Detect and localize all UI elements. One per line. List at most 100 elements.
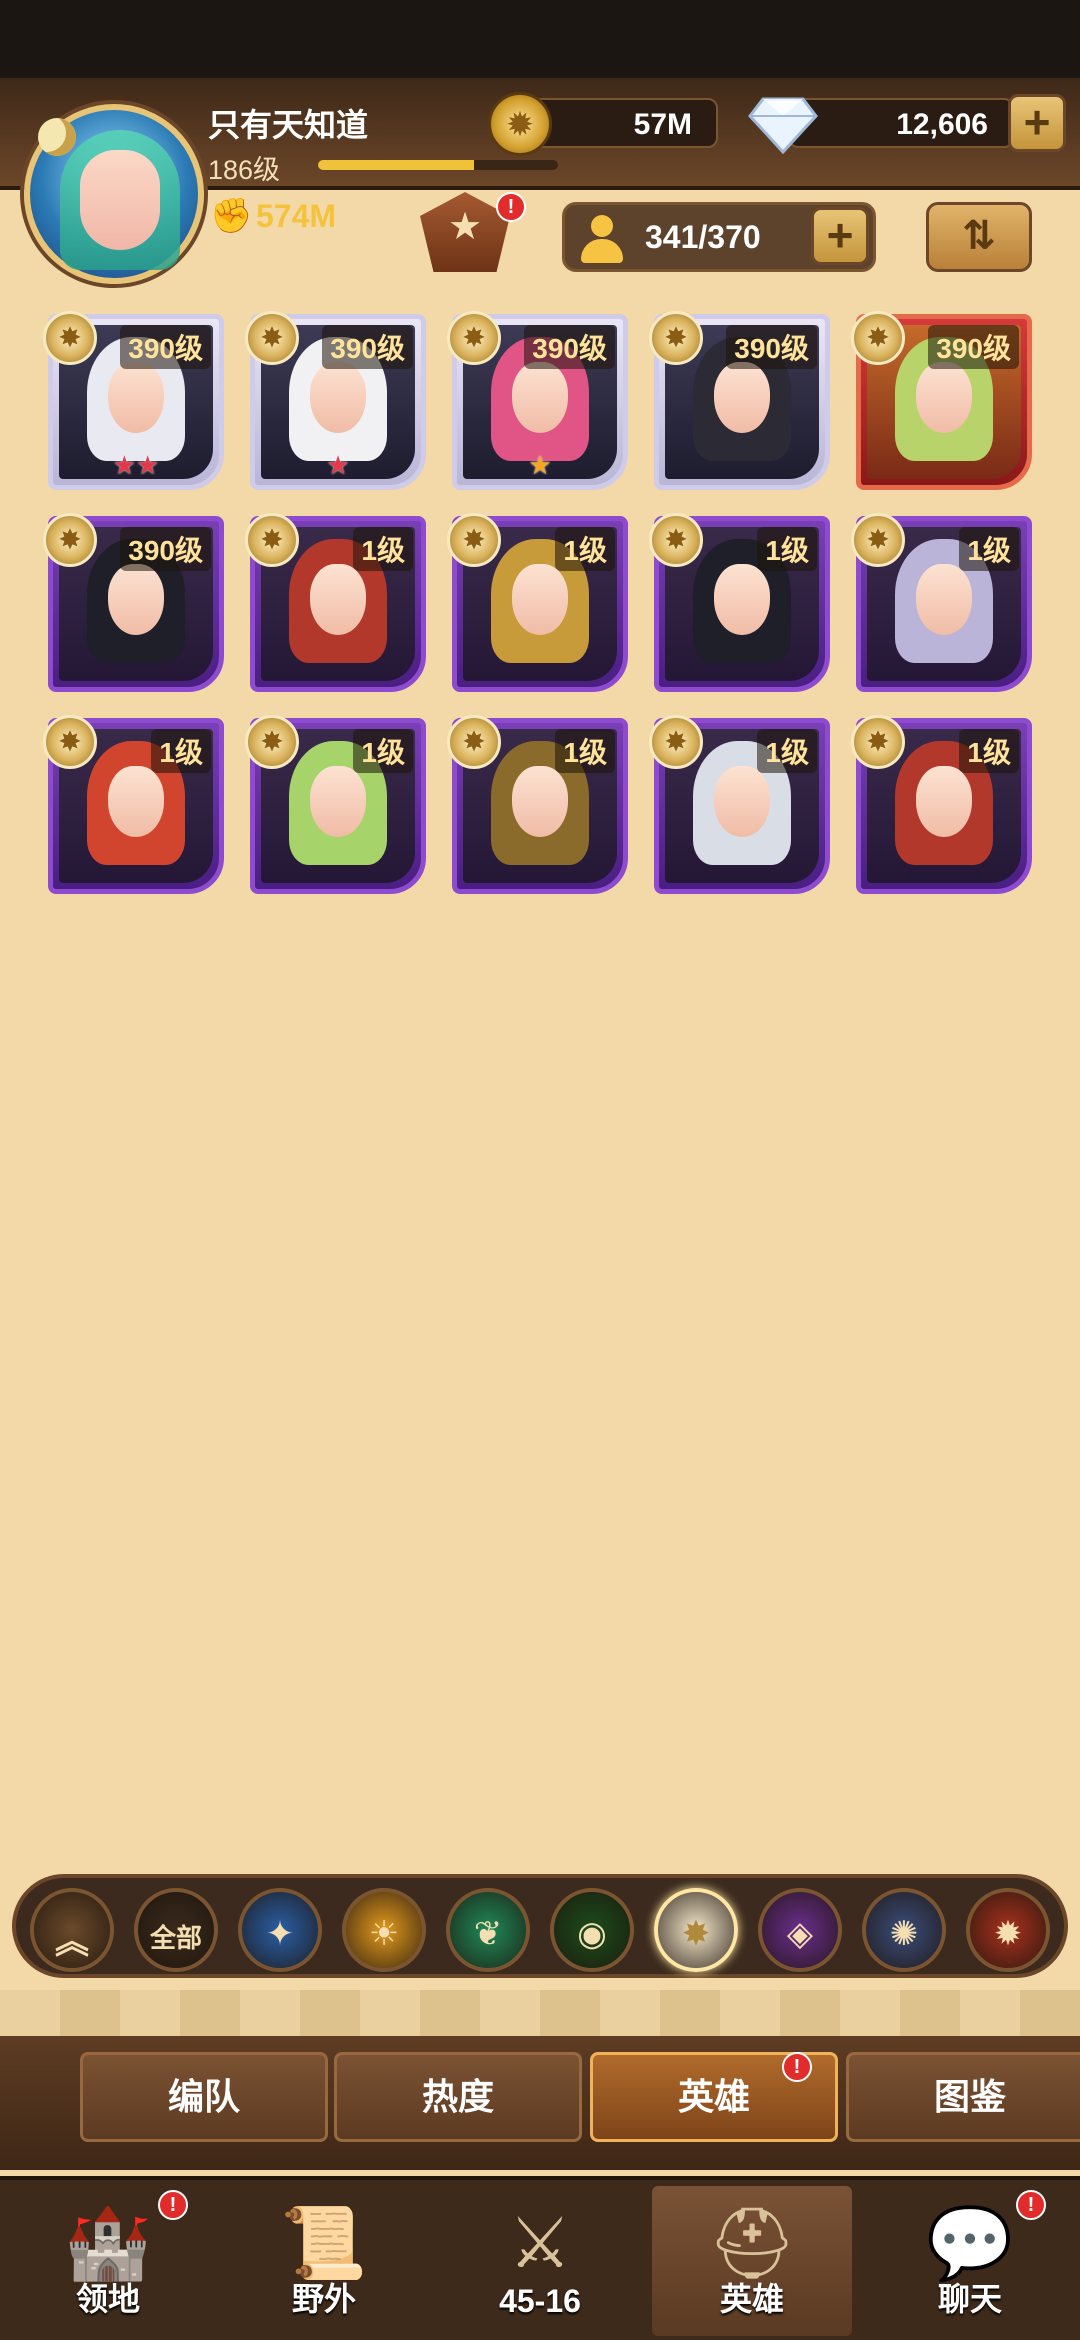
tab-codex[interactable]: 图鉴 xyxy=(846,2052,1080,2142)
celestial-icon: ✸ xyxy=(681,1915,711,1953)
faction-dragon-button[interactable]: ✹ xyxy=(966,1888,1050,1972)
hero-stars: ★ xyxy=(528,450,552,480)
hero-card[interactable]: ✸ 1级 xyxy=(245,513,426,692)
nav-wilderness[interactable]: 📜 野外 xyxy=(224,2186,424,2336)
decorative-strip xyxy=(0,1990,1080,2036)
player-avatar[interactable] xyxy=(24,104,204,284)
faction-celestial-button[interactable]: ✸ xyxy=(654,1888,738,1972)
hero-level: 390级 xyxy=(928,325,1019,369)
faction-dimensional-button[interactable]: ✺ xyxy=(862,1888,946,1972)
faction-mauler-button[interactable]: ☀ xyxy=(342,1888,426,1972)
celestial-faction-icon: ✸ xyxy=(649,311,703,365)
bottom-navigation: 🏰 领地 ! 📜 野外 ⚔ 45-16 ⛑ 英雄 💬 聊天 ! xyxy=(0,2176,1080,2340)
hero-roster-capacity: 341/370 + xyxy=(562,202,876,272)
hero-level: 390级 xyxy=(120,527,211,571)
celestial-faction-icon: ✸ xyxy=(447,513,501,567)
diamond-counter: 12,606 xyxy=(788,98,1014,148)
celestial-faction-icon: ✸ xyxy=(245,715,299,769)
hero-level: 1级 xyxy=(353,729,413,773)
hero-card[interactable]: ✸ 390级 ★ xyxy=(447,311,628,490)
celestial-faction-icon: ✸ xyxy=(649,715,703,769)
celestial-faction-icon: ✸ xyxy=(245,513,299,567)
hero-card[interactable]: ✸ 1级 xyxy=(245,715,426,894)
gold-value: 57M xyxy=(633,108,692,141)
faction-filter-bar: ︽ 全部 ✦ ☀ ❦ ◉ ✸ ◈ ✺ ✹ xyxy=(12,1874,1068,1978)
hero-level: 1级 xyxy=(555,729,615,773)
hero-level: 1级 xyxy=(757,527,817,571)
sort-button[interactable]: ⇅ xyxy=(926,202,1032,272)
faction-wilder-button[interactable]: ❦ xyxy=(446,1888,530,1972)
notification-badge: ! xyxy=(496,192,526,222)
celestial-faction-icon: ✸ xyxy=(649,513,703,567)
celestial-faction-icon: ✸ xyxy=(43,513,97,567)
hero-card[interactable]: ✸ 1级 xyxy=(851,715,1032,894)
faction-all-label: 全部 xyxy=(149,1923,202,1953)
hero-level: 1级 xyxy=(151,729,211,773)
fist-power-icon: ✊ xyxy=(210,197,253,235)
hero-stars: ★★ xyxy=(112,450,160,480)
tab-popularity[interactable]: 热度 xyxy=(334,2052,582,2142)
hero-card[interactable]: ✸ 1级 xyxy=(447,513,628,692)
celestial-faction-icon: ✸ xyxy=(447,715,501,769)
hero-level: 1级 xyxy=(353,527,413,571)
moon-icon xyxy=(38,118,76,156)
hero-card[interactable]: ✸ 1级 xyxy=(851,513,1032,692)
hero-card[interactable]: ✸ 390级 xyxy=(43,513,224,692)
wilder-icon: ❦ xyxy=(473,1915,503,1953)
add-diamonds-button[interactable]: + xyxy=(1008,94,1066,152)
nav-label: 45-16 xyxy=(499,2283,581,2319)
nav-territory[interactable]: 🏰 领地 ! xyxy=(8,2186,208,2336)
hero-card[interactable]: ✸ 390级 xyxy=(851,311,1032,490)
lightbearers-icon: ✦ xyxy=(265,1915,295,1953)
hypogean-icon: ◈ xyxy=(786,1915,814,1953)
faction-all-button[interactable]: 全部 xyxy=(134,1888,218,1972)
celestial-faction-icon: ✸ xyxy=(851,513,905,567)
gold-coin-icon: ✹ xyxy=(488,92,552,156)
hero-level: 390级 xyxy=(726,325,817,369)
faction-collapse-button[interactable]: ︽ xyxy=(30,1888,114,1972)
avatar-face xyxy=(80,150,160,250)
crossed-swords-icon: ⚔ xyxy=(508,2204,572,2282)
hero-card[interactable]: ✸ 1级 xyxy=(649,513,830,692)
hero-level: 1级 xyxy=(959,729,1019,773)
nav-label: 野外 xyxy=(291,2281,356,2317)
nav-label: 聊天 xyxy=(937,2281,1002,2317)
hero-card[interactable]: ✸ 1级 xyxy=(447,715,628,894)
dimensional-icon: ✺ xyxy=(889,1915,919,1953)
celestial-faction-icon: ✸ xyxy=(43,311,97,365)
diamond-value: 12,606 xyxy=(896,108,988,141)
mauler-icon: ☀ xyxy=(368,1915,400,1953)
nav-campaign[interactable]: ⚔ 45-16 xyxy=(440,2186,640,2336)
expand-roster-button[interactable]: + xyxy=(811,207,869,265)
notification-badge: ! xyxy=(782,2052,812,2082)
hero-level: 1级 xyxy=(959,527,1019,571)
nav-chat[interactable]: 💬 聊天 ! xyxy=(870,2186,1070,2336)
xp-bar-fill xyxy=(318,160,474,170)
player-name: 只有天知道 xyxy=(208,107,369,143)
nav-label: 领地 xyxy=(75,2281,140,2317)
diamond-icon xyxy=(748,97,818,154)
hero-card[interactable]: ✸ 1级 xyxy=(43,715,224,894)
notification-badge: ! xyxy=(158,2190,188,2220)
faction-graveborn-button[interactable]: ◉ xyxy=(550,1888,634,1972)
notification-badge: ! xyxy=(1016,2190,1046,2220)
hero-card[interactable]: ✸ 390级 ★★ xyxy=(43,311,224,490)
celestial-faction-icon: ✸ xyxy=(43,715,97,769)
faction-hypogean-button[interactable]: ◈ xyxy=(758,1888,842,1972)
nav-heroes[interactable]: ⛑ 英雄 xyxy=(652,2186,852,2336)
status-bar xyxy=(0,0,1080,78)
player-level: 186级 xyxy=(208,155,281,185)
hero-level: 390级 xyxy=(322,325,413,369)
celestial-faction-icon: ✸ xyxy=(447,311,501,365)
tab-formation[interactable]: 编队 xyxy=(80,2052,328,2142)
xp-bar xyxy=(318,160,558,170)
celestial-faction-icon: ✸ xyxy=(851,311,905,365)
hero-card[interactable]: ✸ 1级 xyxy=(649,715,830,894)
hero-card[interactable]: ✸ 390级 ★ xyxy=(245,311,426,490)
hero-level: 1级 xyxy=(555,527,615,571)
sub-tab-bar: 编队 热度 英雄 图鉴 ! xyxy=(0,2036,1080,2170)
faction-lightbearers-button[interactable]: ✦ xyxy=(238,1888,322,1972)
hero-card[interactable]: ✸ 390级 xyxy=(649,311,830,490)
celestial-faction-icon: ✸ xyxy=(851,715,905,769)
hero-level: 390级 xyxy=(524,325,615,369)
